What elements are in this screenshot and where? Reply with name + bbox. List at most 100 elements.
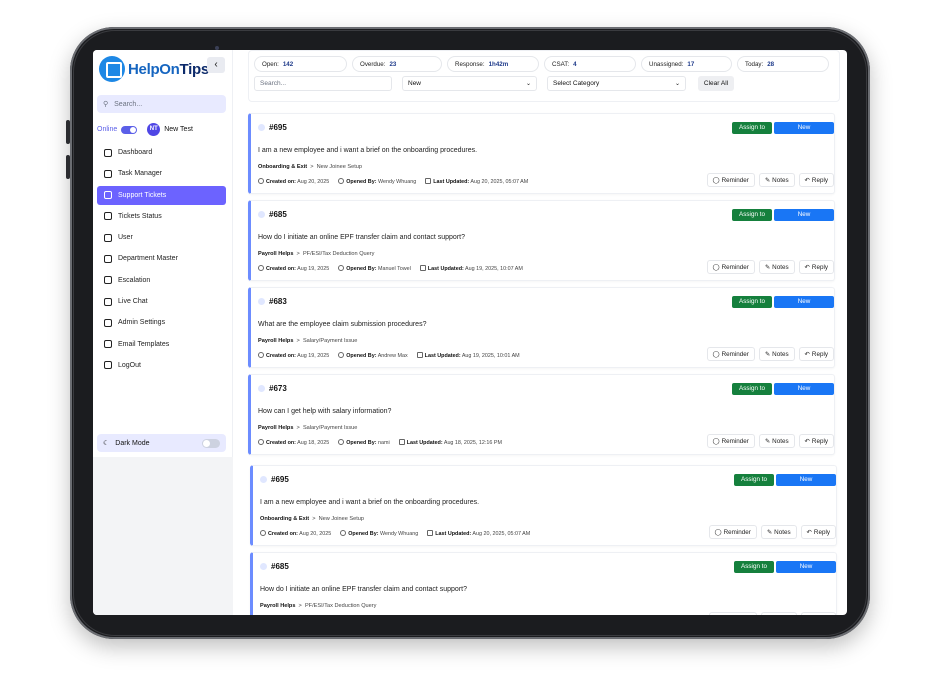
created-label: Created on: bbox=[266, 440, 296, 446]
category-select[interactable]: Select Category ⌄ bbox=[547, 76, 686, 91]
category-label: Payroll Helps bbox=[258, 425, 294, 431]
ticket-card[interactable]: #683 Assign to New What are the employee cl… bbox=[248, 287, 835, 368]
ticket-actions: ◯Reminder✎Notes↶Reply bbox=[706, 347, 834, 361]
notes-button[interactable]: ✎Notes bbox=[758, 434, 795, 448]
notes-label: Notes bbox=[772, 263, 789, 271]
stat-label: Open: bbox=[262, 60, 279, 68]
assign-to-button[interactable]: Assign to bbox=[732, 209, 772, 221]
ticket-title[interactable]: How can I get help with salary informati… bbox=[258, 408, 391, 415]
notes-button[interactable]: ✎Notes bbox=[758, 260, 795, 274]
status-new-button[interactable]: New bbox=[774, 122, 834, 134]
bell-icon: ◯ bbox=[712, 350, 720, 358]
status-new-button[interactable]: New bbox=[774, 209, 834, 221]
edit-icon: ✎ bbox=[766, 528, 773, 536]
ticket-title[interactable]: What are the employee claim submission p… bbox=[258, 321, 426, 328]
updated-value: Aug 19, 2025, 10:07 AM bbox=[465, 266, 523, 272]
reminder-button[interactable]: ◯Reminder bbox=[706, 434, 755, 448]
notes-button[interactable]: ✎Notes bbox=[758, 347, 795, 361]
status-new-button[interactable]: New bbox=[774, 296, 834, 308]
online-toggle[interactable] bbox=[121, 125, 138, 134]
assign-to-button[interactable]: Assign to bbox=[732, 296, 772, 308]
ticket-card[interactable]: #695 Assign to New I am a new employee and … bbox=[250, 465, 837, 546]
ticket-title[interactable]: I am a new employee and i want a brief o… bbox=[258, 147, 477, 154]
reply-button[interactable]: ↶Reply bbox=[798, 434, 834, 448]
assign-to-button[interactable]: Assign to bbox=[732, 383, 772, 395]
ticket-id: #685 bbox=[271, 562, 289, 571]
opened-value: Andrew Max bbox=[377, 353, 408, 359]
notes-button[interactable]: ✎Notes bbox=[760, 612, 797, 615]
sidebar-search-input[interactable]: ⚲ Search... bbox=[97, 95, 226, 113]
sidebar-item-admin-settings[interactable]: Admin Settings bbox=[97, 313, 226, 332]
sidebar-item-dashboard[interactable]: Dashboard bbox=[97, 143, 226, 162]
sidebar: HelpOnTips ‹ ⚲ Search... Online NT New T… bbox=[93, 50, 233, 457]
subcategory-label: PF/ESI/Tax Deduction Query bbox=[302, 251, 375, 257]
ticket-select-radio[interactable] bbox=[258, 211, 265, 218]
ticket-title[interactable]: How do I initiate an online EPF transfer… bbox=[260, 586, 467, 593]
assign-to-button[interactable]: Assign to bbox=[734, 561, 774, 573]
collapse-sidebar-button[interactable]: ‹ bbox=[207, 57, 225, 73]
ticket-card[interactable]: #685 Assign to New How do I initiate an onl… bbox=[250, 552, 837, 615]
status-new-button[interactable]: New bbox=[776, 474, 836, 486]
sidebar-item-tickets-status[interactable]: Tickets Status bbox=[97, 207, 226, 226]
reply-label: Reply bbox=[813, 528, 830, 536]
ticket-meta: Created on: Aug 19, 2025 Opened By: Andre… bbox=[258, 352, 520, 359]
users-icon bbox=[104, 233, 112, 242]
created-label: Created on: bbox=[266, 266, 296, 272]
assign-to-button[interactable]: Assign to bbox=[734, 474, 774, 486]
sidebar-item-logout[interactable]: LogOut bbox=[97, 356, 226, 375]
ticket-select-radio[interactable] bbox=[258, 385, 265, 392]
sidebar-item-department-master[interactable]: Department Master bbox=[97, 249, 226, 268]
sidebar-item-task-manager[interactable]: Task Manager bbox=[97, 164, 226, 183]
sidebar-nav: Dashboard Task Manager Support Tickets Tick… bbox=[97, 143, 226, 377]
notes-button[interactable]: ✎Notes bbox=[760, 525, 797, 539]
notes-label: Notes bbox=[772, 437, 789, 445]
user-status: Online NT New Test bbox=[97, 123, 193, 136]
stat-label: CSAT: bbox=[552, 60, 570, 68]
reply-button[interactable]: ↶Reply bbox=[798, 173, 834, 187]
sidebar-item-label: User bbox=[118, 234, 133, 242]
sidebar-item-label: Department Master bbox=[118, 255, 178, 263]
assign-to-button[interactable]: Assign to bbox=[732, 122, 772, 134]
reminder-button[interactable]: ◯Reminder bbox=[708, 612, 757, 615]
ticket-title[interactable]: I am a new employee and i want a brief o… bbox=[260, 499, 479, 506]
clock-icon bbox=[258, 178, 264, 184]
logo: HelpOnTips bbox=[99, 56, 209, 82]
ticket-card[interactable]: #673 Assign to New How can I get help with … bbox=[248, 374, 835, 455]
ticket-card[interactable]: #695 Assign to New I am a new employee and … bbox=[248, 113, 835, 194]
reminder-button[interactable]: ◯Reminder bbox=[706, 260, 755, 274]
notes-button[interactable]: ✎Notes bbox=[758, 173, 795, 187]
avatar: NT bbox=[147, 123, 161, 136]
opened-value: nami bbox=[378, 440, 390, 446]
status-new-button[interactable]: New bbox=[774, 383, 834, 395]
updated-label: Last Updated: bbox=[424, 353, 461, 359]
status-new-button[interactable]: New bbox=[776, 561, 836, 573]
created-label: Created on: bbox=[268, 531, 298, 537]
ticket-select-radio[interactable] bbox=[260, 563, 267, 570]
sidebar-item-live-chat[interactable]: Live Chat bbox=[97, 292, 226, 311]
sidebar-item-email-templates[interactable]: Email Templates bbox=[97, 335, 226, 354]
ticket-select-radio[interactable] bbox=[260, 476, 267, 483]
status-select[interactable]: New ⌄ bbox=[402, 76, 537, 91]
reminder-button[interactable]: ◯Reminder bbox=[706, 173, 755, 187]
ticket-card[interactable]: #685 Assign to New How do I initiate an onl… bbox=[248, 200, 835, 281]
reply-button[interactable]: ↶Reply bbox=[798, 260, 834, 274]
dark-mode-toggle[interactable] bbox=[202, 438, 220, 448]
ticket-select-radio[interactable] bbox=[258, 298, 265, 305]
reply-button[interactable]: ↶Reply bbox=[798, 347, 834, 361]
sidebar-item-escalation[interactable]: Escalation bbox=[97, 271, 226, 290]
dashboard-icon bbox=[104, 148, 112, 157]
ticket-search-input[interactable]: Search... bbox=[254, 76, 392, 91]
reminder-button[interactable]: ◯Reminder bbox=[706, 347, 755, 361]
calendar-icon bbox=[398, 439, 405, 445]
reply-button[interactable]: ↶Reply bbox=[800, 525, 836, 539]
ticket-select-radio[interactable] bbox=[258, 124, 265, 131]
sidebar-item-user[interactable]: User bbox=[97, 228, 226, 247]
edit-icon: ✎ bbox=[764, 350, 771, 358]
clear-all-button[interactable]: Clear All bbox=[698, 76, 734, 91]
sidebar-item-support-tickets[interactable]: Support Tickets bbox=[97, 185, 226, 205]
edit-icon: ✎ bbox=[764, 437, 771, 445]
ticket-title[interactable]: How do I initiate an online EPF transfer… bbox=[258, 234, 465, 241]
reminder-button[interactable]: ◯Reminder bbox=[708, 525, 757, 539]
stat-chip: Overdue: 23 bbox=[352, 56, 442, 72]
reply-button[interactable]: ↶Reply bbox=[800, 612, 836, 615]
